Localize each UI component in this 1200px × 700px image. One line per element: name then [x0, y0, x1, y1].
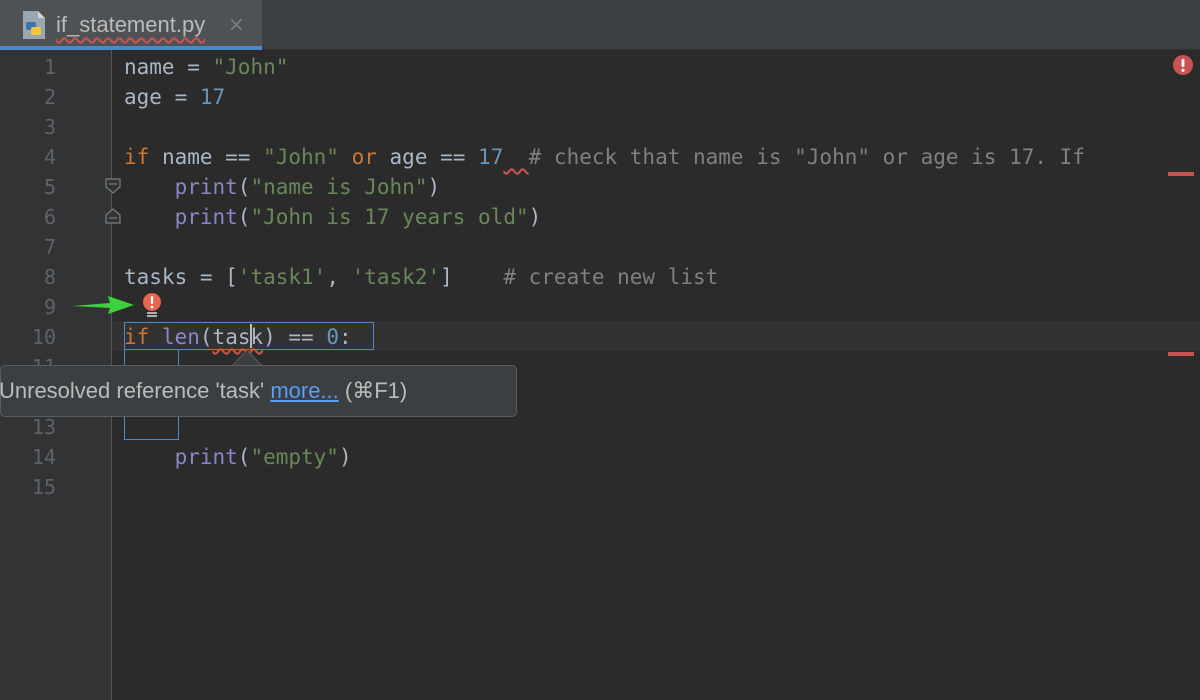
error-stripe-mark[interactable] — [1168, 352, 1194, 356]
quick-fix-bulb-icon[interactable] — [141, 292, 163, 320]
line-number: 2 — [43, 85, 56, 109]
code-line-4: if name == "John" or age == 17 # check t… — [124, 145, 1085, 169]
line-number: 6 — [43, 205, 56, 229]
tab-label: if_statement.py — [56, 12, 206, 37]
line-number: 5 — [43, 175, 56, 199]
code-line-1: name = "John" — [124, 55, 289, 79]
code-line-2: age = 17 — [124, 85, 226, 109]
line-number: 1 — [43, 55, 56, 79]
editor-tab-bar: if_statement.py × — [0, 0, 1200, 50]
tooltip-more-link[interactable]: more... — [270, 378, 338, 403]
python-file-icon — [23, 11, 45, 39]
line-number: 8 — [43, 265, 56, 289]
line-number: 3 — [43, 115, 56, 139]
template-frame — [124, 322, 374, 350]
close-icon[interactable]: × — [228, 12, 245, 36]
tooltip-shortcut: (⌘F1) — [338, 378, 408, 403]
code-line-6: print("John is 17 years old") — [174, 205, 542, 229]
text-cursor — [250, 324, 252, 348]
line-number: 9 — [43, 295, 56, 319]
code-line-5: print("name is John") — [174, 175, 441, 199]
error-icon[interactable] — [1172, 54, 1194, 76]
line-number: 14 — [31, 445, 56, 469]
tab-if-statement[interactable]: if_statement.py × — [0, 0, 262, 50]
line-number: 4 — [43, 145, 56, 169]
line-number: 10 — [31, 325, 56, 349]
line-number: 15 — [31, 475, 56, 499]
tooltip-message: Unresolved reference 'task' — [0, 378, 271, 403]
code-line-8: tasks = ['task1', 'task2'] # create new … — [124, 265, 719, 289]
line-number: 7 — [43, 235, 56, 259]
green-arrow-icon — [72, 296, 134, 314]
code-line-14: print("empty") — [174, 445, 352, 469]
error-stripe-mark[interactable] — [1168, 172, 1194, 176]
error-tooltip: Unresolved reference 'task' more... (⌘F1… — [0, 365, 517, 417]
